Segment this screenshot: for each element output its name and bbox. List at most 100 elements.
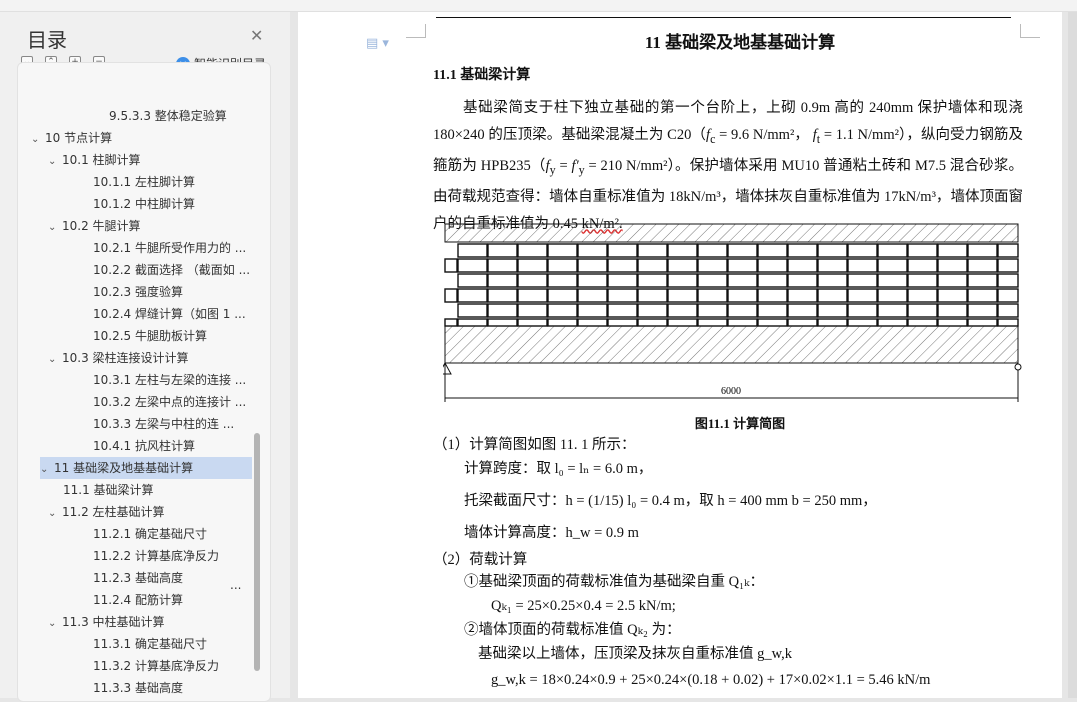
chevron-down-icon[interactable]: ⌄ [48, 349, 62, 371]
brick [457, 258, 488, 273]
brick [547, 303, 578, 318]
brick [607, 243, 638, 258]
close-icon[interactable]: ✕ [250, 26, 263, 45]
brick [457, 303, 488, 318]
toc-item-label: 11.1 基础梁计算 [63, 483, 154, 497]
brick [487, 243, 518, 258]
step-1: （1）计算简图如图 11. 1 所示： [433, 437, 636, 453]
toc-item[interactable]: 10.2.4 焊缝计算（如图 1 ... [93, 303, 246, 325]
figure-caption: 图11.1 计算简图 [694, 416, 786, 431]
brick [877, 243, 908, 258]
vertical-scrollbar[interactable] [1068, 12, 1077, 698]
chevron-down-icon[interactable]: ⌄ [31, 129, 45, 151]
brick [487, 258, 518, 273]
toc-item[interactable]: 10.3.2 左梁中点的连接计 ... [93, 391, 246, 413]
brick [817, 243, 848, 258]
brick [577, 288, 608, 303]
brick [727, 273, 758, 288]
top-beam [444, 223, 1019, 243]
foundation-beam [444, 325, 1019, 364]
brick [577, 273, 608, 288]
document-page: ▤ ▾ 11 基础梁及地基基础计算 11.1 基础梁计算 基础梁简支于柱下独立基… [298, 12, 1062, 698]
brick [517, 303, 548, 318]
brick [457, 243, 488, 258]
brick [697, 243, 728, 258]
brick [877, 303, 908, 318]
toc-item[interactable]: 11.3.1 确定基础尺寸 [93, 633, 207, 655]
toc-item[interactable]: 10.2.2 截面选择 （截面如 ... [93, 259, 250, 281]
chevron-down-icon[interactable]: ⌄ [48, 613, 62, 635]
brick [757, 273, 788, 288]
step-1a: 计算跨度：取 l₀ = lₙ = 6.0 m， [464, 461, 653, 477]
toc-item[interactable]: ⌄ 10 节点计算 [31, 127, 112, 149]
chevron-down-icon[interactable]: ⌄ [48, 503, 62, 525]
toc-item[interactable]: 11.2.2 计算基底净反力 [93, 545, 219, 567]
toc-item-label: 10.2.1 牛腿所受作用力的 ... [93, 241, 247, 255]
header-line [436, 17, 1011, 18]
brick [817, 273, 848, 288]
brick [787, 318, 818, 327]
brick [937, 258, 968, 273]
toc-item[interactable]: 11.3.2 计算基底净反力 [93, 655, 219, 677]
toc-item[interactable]: ⌄ 10.2 牛腿计算 [48, 215, 141, 237]
toc-item[interactable]: 11.1 基础梁计算 [63, 479, 154, 501]
toc-item[interactable]: 11.2.4 配筋计算 [93, 589, 183, 611]
toc-item[interactable]: 9.5.3.3 整体稳定验算 [109, 105, 227, 127]
toc-item[interactable]: 11.2.3 基础高度 [93, 567, 183, 589]
brick [487, 318, 518, 327]
chevron-down-icon[interactable]: ⌄ [48, 217, 62, 239]
brick [697, 258, 728, 273]
brick [727, 243, 758, 258]
brick [787, 243, 818, 258]
brick [517, 318, 548, 327]
brick [997, 288, 1019, 303]
toc-item[interactable]: 10.2.3 强度验算 [93, 281, 183, 303]
brick [487, 288, 518, 303]
toc-item[interactable]: 10.3.3 左梁与中柱的连 ... [93, 413, 234, 435]
toc-item[interactable]: 10.4.1 抗风柱计算 [93, 435, 195, 457]
step-2b: Qₖ₁ = 25×0.25×0.4 = 2.5 kN/m; [491, 598, 676, 614]
toc-item-label: 11.3.2 计算基底净反力 [93, 659, 219, 673]
toc-item[interactable]: 10.1.2 中柱脚计算 [93, 193, 195, 215]
chevron-down-icon[interactable]: ⌄ [48, 151, 62, 173]
toc-item[interactable]: ⌄ 10.3 梁柱连接设计计算 [48, 347, 189, 369]
toc-item[interactable]: 10.3.1 左柱与左梁的连接 ... [93, 369, 246, 391]
brick [577, 318, 608, 327]
more-icon[interactable]: ... [230, 578, 241, 592]
toc-item-label: 10.2.2 截面选择 （截面如 ... [93, 263, 251, 277]
toc-item[interactable]: 10.2.1 牛腿所受作用力的 ... [93, 237, 246, 259]
toc-item[interactable]: 11.2.1 确定基础尺寸 [93, 523, 207, 545]
toc-item-label: 10.3.2 左梁中点的连接计 ... [93, 395, 247, 409]
brick [517, 243, 548, 258]
brick [577, 258, 608, 273]
dim-span: 6000 [721, 386, 741, 397]
brick [847, 273, 878, 288]
toc-item-label: 11.2.2 计算基底净反力 [93, 549, 219, 563]
toc-item-label: 10.1.1 左柱脚计算 [93, 175, 195, 189]
brick [637, 243, 668, 258]
brick [967, 318, 998, 327]
chevron-down-icon[interactable]: ⌄ [40, 459, 54, 481]
brick [877, 258, 908, 273]
toc-item[interactable]: ⌄ 11.2 左柱基础计算 [48, 501, 165, 523]
toc-item[interactable]: ⌄ 11.3 中柱基础计算 [48, 611, 165, 633]
brick [444, 318, 458, 327]
toc-item[interactable]: ⌄ 11 基础梁及地基基础计算 [40, 457, 252, 479]
brick [697, 273, 728, 288]
brick [757, 288, 788, 303]
toc-item-label: 9.5.3.3 整体稳定验算 [109, 109, 227, 123]
toc-item[interactable]: 10.2.5 牛腿肋板计算 [93, 325, 207, 347]
toc-scrollbar[interactable] [254, 433, 260, 671]
brick [847, 303, 878, 318]
brick [757, 258, 788, 273]
brick [637, 258, 668, 273]
toc-item[interactable]: 11.3.3 基础高度 [93, 677, 183, 699]
toc-item[interactable]: 10.1.1 左柱脚计算 [93, 171, 195, 193]
brick [817, 258, 848, 273]
toc-item-label: 10.2.5 牛腿肋板计算 [93, 329, 207, 343]
brick [727, 258, 758, 273]
toc-item-label: 11.3.1 确定基础尺寸 [93, 637, 207, 651]
toc-item-label: 11.3 中柱基础计算 [62, 615, 165, 629]
toc-item[interactable]: ⌄ 10.1 柱脚计算 [48, 149, 141, 171]
brick [877, 318, 908, 327]
